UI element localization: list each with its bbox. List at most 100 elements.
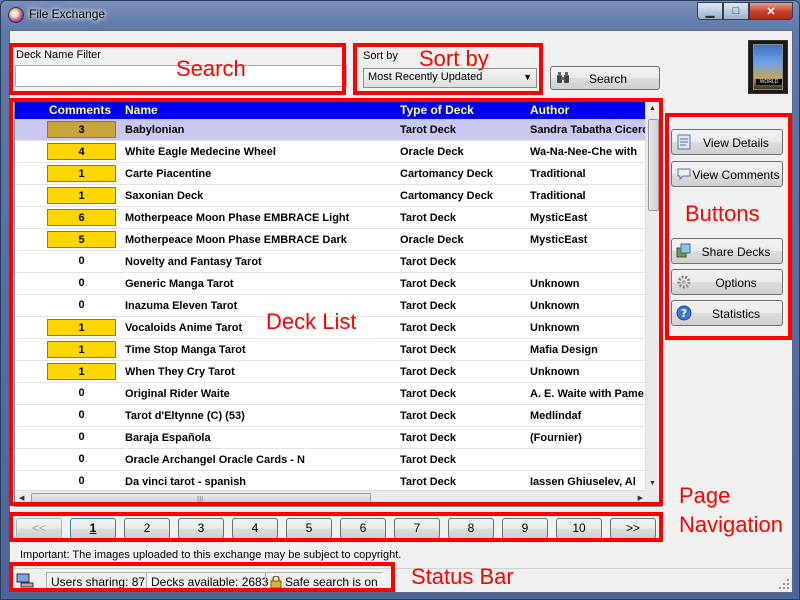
search-button[interactable]: Search [550, 66, 660, 90]
table-row[interactable]: 0 Novelty and Fantasy Tarot Tarot Deck [15, 251, 647, 273]
page-button[interactable]: 1 [70, 518, 116, 539]
safe-search-status: Safe search is on [265, 572, 383, 590]
title-bar[interactable]: File Exchange ▁ □ ✕ [1, 1, 799, 29]
window-title: File Exchange [29, 7, 106, 21]
deck-name-cell: Original Rider Waite [125, 388, 230, 400]
app-icon [8, 7, 24, 23]
statistics-button[interactable]: ? Statistics [671, 300, 783, 326]
deck-author-cell: MysticEast [530, 212, 588, 224]
deck-name-cell: Oracle Archangel Oracle Cards - N [125, 454, 305, 466]
client-area: Deck Name Filter Sort by Most Recently U… [9, 30, 793, 593]
column-header-type[interactable]: Type of Deck [400, 103, 474, 117]
resize-grip-icon[interactable] [778, 578, 790, 590]
sort-by-selected: Most Recently Updated [368, 71, 483, 83]
table-row[interactable]: 5 Motherpeace Moon Phase EMBRACE Dark Orac… [15, 229, 647, 251]
deck-name-cell: White Eagle Medecine Wheel [125, 146, 276, 158]
share-decks-button[interactable]: Share Decks [671, 238, 783, 264]
page-button[interactable]: 8 [448, 518, 494, 539]
comments-cell: 0 [78, 299, 85, 311]
status-bar: Users sharing: 87 Decks available: 2683 … [10, 568, 792, 592]
comments-cell: 0 [78, 475, 85, 487]
page-button[interactable]: 9 [502, 518, 548, 539]
gear-icon [677, 275, 691, 289]
options-label: Options [715, 276, 757, 290]
deck-name-cell: Vocaloids Anime Tarot [125, 322, 243, 334]
table-row[interactable]: 1 When They Cry Tarot Tarot Deck Unknown [15, 361, 647, 383]
close-button[interactable]: ✕ [749, 2, 793, 20]
minimize-icon: ▁ [705, 5, 715, 18]
scroll-up-icon[interactable]: ▲ [649, 105, 656, 112]
deck-type-cell: Tarot Deck [400, 278, 457, 290]
deck-list-grid[interactable]: Comments Name Type of Deck Author 3 Babyl… [14, 101, 662, 507]
table-row[interactable]: 0 Oracle Archangel Oracle Cards - N Tarot … [15, 449, 647, 471]
deck-preview-image[interactable]: WORLD [748, 40, 788, 94]
page-button[interactable]: 2 [124, 518, 170, 539]
deck-type-cell: Cartomancy Deck [400, 190, 493, 202]
table-row[interactable]: 0 Generic Manga Tarot Tarot Deck Unknown [15, 273, 647, 295]
horizontal-scrollbar[interactable]: ◀ ||| ▶ [15, 490, 647, 506]
scroll-down-icon[interactable]: ▼ [649, 480, 656, 487]
deck-author-cell: Sandra Tabatha Cicero [530, 124, 647, 136]
page-button[interactable]: 4 [232, 518, 278, 539]
previous-page-button[interactable]: << [16, 518, 62, 539]
page-button[interactable]: 5 [286, 518, 332, 539]
scroll-right-icon[interactable]: ▶ [638, 494, 643, 502]
vertical-scrollbar[interactable]: ▲ ▼ [645, 102, 661, 490]
column-header-comments[interactable]: Comments [49, 103, 111, 117]
deck-name-cell: Inazuma Eleven Tarot [125, 300, 238, 312]
window-controls: ▁ □ ✕ [697, 2, 793, 20]
annotation-label-page-navigation-2: Navigation [679, 512, 783, 537]
statistics-label: Statistics [711, 307, 760, 321]
minimize-button[interactable]: ▁ [697, 2, 723, 20]
maximize-button[interactable]: □ [723, 2, 749, 20]
options-button[interactable]: Options [671, 269, 783, 295]
deck-type-cell: Tarot Deck [400, 322, 457, 334]
chevron-down-icon: ▼ [523, 72, 532, 82]
share-decks-label: Share Decks [701, 245, 771, 259]
table-row[interactable]: 0 Tarot d'Eltynne (C) (53) Tarot Deck Medli… [15, 405, 647, 427]
deck-name-cell: Tarot d'Eltynne (C) (53) [125, 410, 245, 422]
page-button[interactable]: 6 [340, 518, 386, 539]
deck-name-cell: Carte Piacentine [125, 168, 212, 180]
view-comments-button[interactable]: View Comments [671, 161, 783, 187]
deck-author-cell: Unknown [530, 366, 580, 378]
page-button[interactable]: 7 [394, 518, 440, 539]
grid-header: Comments Name Type of Deck Author [15, 102, 647, 119]
table-row[interactable]: 3 Babylonian Tarot Deck Sandra Tabatha Cice… [15, 119, 647, 141]
table-row[interactable]: 1 Carte Piacentine Cartomancy Deck Traditio… [15, 163, 647, 185]
deck-type-cell: Tarot Deck [400, 454, 457, 466]
comments-cell: 6 [47, 209, 116, 226]
annotation-label-status-bar: Status Bar [411, 564, 514, 589]
deck-type-cell: Cartomancy Deck [400, 168, 493, 180]
view-details-button[interactable]: View Details [671, 129, 783, 155]
comment-icon [677, 168, 691, 181]
vertical-scroll-thumb[interactable] [648, 119, 659, 211]
deck-type-cell: Oracle Deck [400, 234, 464, 246]
table-row[interactable]: 1 Saxonian Deck Cartomancy Deck Traditional [15, 185, 647, 207]
share-icon [676, 243, 691, 258]
horizontal-scroll-thumb[interactable]: ||| [31, 493, 371, 504]
view-comments-label: View Comments [692, 168, 780, 182]
comments-cell: 0 [78, 431, 85, 443]
next-page-button[interactable]: >> [610, 518, 656, 539]
table-row[interactable]: 6 Motherpeace Moon Phase EMBRACE Light Tar… [15, 207, 647, 229]
comments-cell: 0 [78, 387, 85, 399]
scroll-left-icon[interactable]: ◀ [19, 494, 24, 502]
maximize-icon: □ [732, 5, 740, 17]
page-button[interactable]: 10 [556, 518, 602, 539]
deck-type-cell: Tarot Deck [400, 410, 457, 422]
column-header-name[interactable]: Name [125, 103, 158, 117]
table-row[interactable]: 4 White Eagle Medecine Wheel Oracle Deck Wa… [15, 141, 647, 163]
deck-name-cell: Baraja Española [125, 432, 211, 444]
deck-type-cell: Tarot Deck [400, 212, 457, 224]
grip-icon: ||| [197, 495, 204, 504]
deck-type-cell: Tarot Deck [400, 124, 457, 136]
column-header-author[interactable]: Author [530, 103, 569, 117]
comments-cell: 1 [47, 341, 116, 358]
table-row[interactable]: 0 Original Rider Waite Tarot Deck A. E. Wai… [15, 383, 647, 405]
deck-name-cell: Motherpeace Moon Phase EMBRACE Dark [125, 234, 347, 246]
deck-type-cell: Tarot Deck [400, 256, 457, 268]
table-row[interactable]: 0 Baraja Española Tarot Deck (Fournier) [15, 427, 647, 449]
page-button[interactable]: 3 [178, 518, 224, 539]
table-row[interactable]: 1 Time Stop Manga Tarot Tarot Deck Mafia De… [15, 339, 647, 361]
